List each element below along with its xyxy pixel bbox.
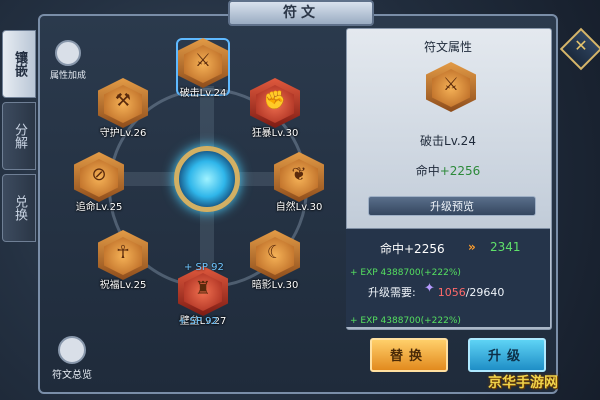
- panel-rune-name: 破击Lv.24: [420, 134, 476, 148]
- rune-slot-6[interactable]: ☥ 祝福Lv.25: [96, 230, 150, 291]
- rune-5-icon: ❦: [291, 164, 307, 185]
- panel-stat: 命中+2256: [346, 162, 550, 179]
- rune-slot-8[interactable]: ♜ 壁垒Lv.27: [176, 266, 230, 327]
- watermark: 京华手游网: [488, 375, 558, 391]
- attr-bonus-icon: [55, 40, 81, 66]
- upgrade-preview-bar: 升级预览: [368, 196, 536, 216]
- attr-bonus-label: 属性加成: [49, 71, 86, 81]
- sp-bonus-top: + SP 92: [184, 262, 224, 273]
- rune-slot-7[interactable]: ☾ 暗影Lv.30: [248, 230, 302, 291]
- rune-slot-1[interactable]: ⚔ 破击Lv.24: [176, 38, 230, 99]
- rune-slot-4[interactable]: ⊘ 追命Lv.25: [72, 152, 126, 213]
- upgrade-arrow-icon: »: [468, 240, 476, 254]
- need-label: 升级需要:: [368, 286, 416, 299]
- chest-icon: [58, 336, 86, 364]
- attr-bonus-button[interactable]: 属性加成: [46, 40, 90, 81]
- rune-overview-button[interactable]: 符文总览: [46, 336, 98, 381]
- close-icon: ✕: [574, 36, 588, 55]
- current-stat: 命中+2256: [380, 242, 445, 256]
- rune-4-icon: ⊘: [91, 164, 107, 185]
- page-title: 符文: [228, 0, 374, 26]
- rune-overview-label: 符文总览: [52, 370, 92, 381]
- rune-slot-5[interactable]: ❦ 自然Lv.30: [272, 152, 326, 213]
- rune-2-label: 守护Lv.26: [99, 128, 147, 139]
- next-stat: 2341: [490, 240, 521, 254]
- rune-1-icon: ⚔: [194, 50, 212, 71]
- replace-button[interactable]: 替换: [370, 338, 448, 372]
- need-total: /29640: [465, 286, 505, 299]
- rune-6-icon: ☥: [116, 242, 130, 263]
- sp-bonus-bottom: + SP 92: [178, 316, 218, 327]
- rune-6-label: 祝福Lv.25: [99, 280, 147, 291]
- essence-icon: ✦: [424, 281, 435, 296]
- panel-stat-value: +2256: [439, 164, 481, 178]
- rune-4-label: 追命Lv.25: [75, 202, 123, 213]
- exp-text-bottom: + EXP 4388700(+222%): [350, 316, 461, 326]
- panel-rune-glyph: ⚔: [442, 74, 460, 95]
- rune-7-icon: ☾: [266, 242, 284, 263]
- panel-title: 符文属性: [423, 40, 472, 54]
- need-current: 1056: [437, 286, 466, 299]
- rune-8-icon: ♜: [194, 278, 212, 299]
- center-orb[interactable]: [174, 146, 240, 212]
- rune-3-icon: ✊: [263, 90, 287, 111]
- panel-stat-label: 命中: [415, 164, 440, 178]
- rune-7-label: 暗影Lv.30: [251, 280, 299, 291]
- rune-2-icon: ⚒: [114, 90, 132, 111]
- tab-exchange[interactable]: 兑换: [2, 174, 36, 242]
- rune-slot-2[interactable]: ⚒ 守护Lv.26: [96, 78, 150, 139]
- panel-rune-icon: ⚔: [424, 62, 478, 116]
- rune-5-label: 自然Lv.30: [275, 202, 323, 213]
- rune-3-label: 狂暴Lv.30: [251, 128, 299, 139]
- tab-inlay[interactable]: 镶嵌: [2, 30, 36, 98]
- upgrade-need: 升级需要: 1056/29640: [368, 284, 504, 300]
- upgrade-button[interactable]: 升级: [468, 338, 546, 372]
- exp-text-top: + EXP 4388700(+222%): [350, 268, 461, 278]
- tab-decompose[interactable]: 分解: [2, 102, 36, 170]
- rune-slot-3[interactable]: ✊ 狂暴Lv.30: [248, 78, 302, 139]
- rune-1-label: 破击Lv.24: [179, 88, 227, 99]
